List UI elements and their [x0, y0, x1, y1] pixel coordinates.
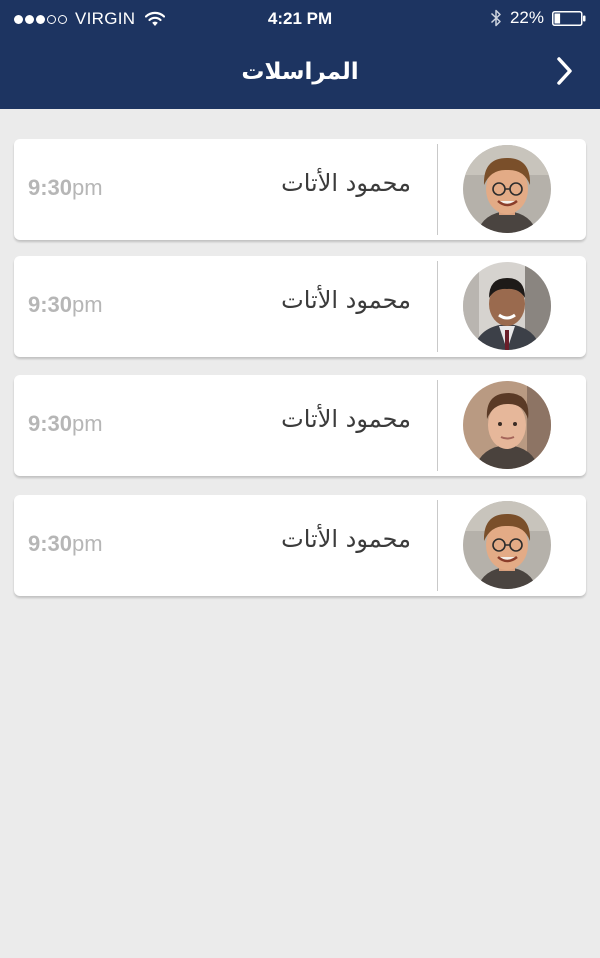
conversation-item[interactable]: 9:30pm محمود الأتات — [14, 256, 586, 357]
avatar[interactable] — [463, 381, 551, 469]
contact-name: محمود الأتات — [281, 286, 411, 314]
battery-icon — [552, 10, 586, 26]
message-time: 9:30pm — [28, 292, 103, 317]
divider — [437, 380, 438, 471]
divider — [437, 144, 438, 235]
avatar[interactable] — [463, 262, 551, 350]
avatar[interactable] — [463, 501, 551, 589]
avatar[interactable] — [463, 145, 551, 233]
contact-name: محمود الأتات — [281, 169, 411, 197]
conversation-item[interactable]: 9:30pm محمود الأتات — [14, 375, 586, 476]
conversation-item[interactable]: 9:30pm محمود الأتات — [14, 139, 586, 240]
message-time: 9:30pm — [28, 411, 103, 436]
message-time: 9:30pm — [28, 531, 103, 556]
divider — [437, 261, 438, 352]
message-time: 9:30pm — [28, 175, 103, 200]
contact-name: محمود الأتات — [281, 405, 411, 433]
page-title: المراسلات — [241, 59, 359, 85]
chevron-right-icon[interactable] — [550, 54, 578, 88]
app-header: VIRGIN 4:21 PM 22% المراسلات — [0, 0, 600, 109]
contact-name: محمود الأتات — [281, 525, 411, 553]
conversation-item[interactable]: 9:30pm محمود الأتات — [14, 495, 586, 596]
battery-percent: 22% — [509, 8, 544, 27]
bluetooth-icon — [490, 8, 502, 28]
status-right: 22% — [490, 8, 586, 28]
divider — [437, 500, 438, 591]
status-bar: VIRGIN 4:21 PM 22% — [0, 0, 600, 40]
